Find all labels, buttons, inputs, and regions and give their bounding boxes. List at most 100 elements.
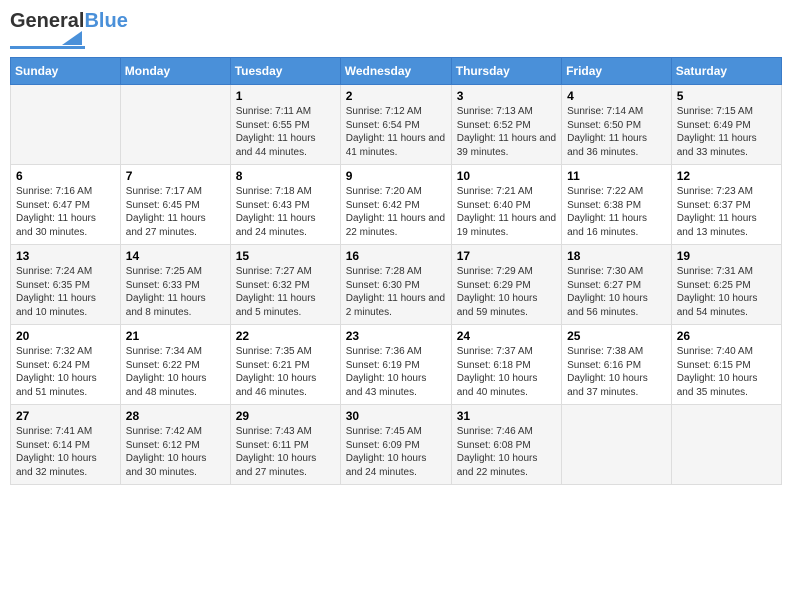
day-number: 5 (677, 89, 776, 103)
calendar-cell: 25 Sunrise: 7:38 AM Sunset: 6:16 PM Dayli… (562, 325, 672, 405)
day-number: 8 (236, 169, 335, 183)
cell-content: Sunrise: 7:42 AM Sunset: 6:12 PM Dayligh… (126, 425, 225, 479)
cell-content: Sunrise: 7:23 AM Sunset: 6:37 PM Dayligh… (677, 185, 776, 239)
cell-content: Sunrise: 7:46 AM Sunset: 6:08 PM Dayligh… (457, 425, 556, 479)
calendar-body: 1Sunrise: 7:11 AM Sunset: 6:55 PM Daylig… (11, 85, 782, 485)
day-number: 4 (567, 89, 666, 103)
logo-text-blue: Blue (84, 10, 127, 32)
week-row-4: 20Sunrise: 7:32 AM Sunset: 6:24 PM Dayli… (11, 325, 782, 405)
calendar-cell (671, 405, 781, 485)
cell-content: Sunrise: 7:37 AM Sunset: 6:18 PM Dayligh… (457, 345, 556, 399)
day-number: 13 (16, 249, 115, 263)
day-number: 19 (677, 249, 776, 263)
day-number: 23 (346, 329, 446, 343)
calendar-cell: 3Sunrise: 7:13 AM Sunset: 6:52 PM Daylig… (451, 85, 561, 165)
calendar-cell: 22Sunrise: 7:35 AM Sunset: 6:21 PM Dayli… (230, 325, 340, 405)
calendar-cell (120, 85, 230, 165)
calendar-cell: 10 Sunrise: 7:21 AM Sunset: 6:40 PM Dayli… (451, 165, 561, 245)
page-header: GeneralBlue (10, 10, 782, 49)
header-cell-thursday: Thursday (451, 58, 561, 85)
calendar-cell: 31 Sunrise: 7:46 AM Sunset: 6:08 PM Dayli… (451, 405, 561, 485)
day-number: 25 (567, 329, 666, 343)
calendar-cell (562, 405, 672, 485)
logo-underline (10, 46, 85, 49)
calendar-cell: 26 Sunrise: 7:40 AM Sunset: 6:15 PM Dayli… (671, 325, 781, 405)
logo-arrow-icon (62, 31, 82, 45)
cell-content: Sunrise: 7:14 AM Sunset: 6:50 PM Dayligh… (567, 105, 666, 159)
logo: GeneralBlue (10, 10, 128, 49)
day-number: 15 (236, 249, 335, 263)
cell-content: Sunrise: 7:20 AM Sunset: 6:42 PM Dayligh… (346, 185, 446, 239)
calendar-table: SundayMondayTuesdayWednesdayThursdayFrid… (10, 57, 782, 485)
cell-content: Sunrise: 7:16 AM Sunset: 6:47 PM Dayligh… (16, 185, 115, 239)
day-number: 29 (236, 409, 335, 423)
day-number: 14 (126, 249, 225, 263)
day-number: 1 (236, 89, 335, 103)
calendar-cell: 24 Sunrise: 7:37 AM Sunset: 6:18 PM Dayli… (451, 325, 561, 405)
calendar-cell: 2 Sunrise: 7:12 AM Sunset: 6:54 PM Daylig… (340, 85, 451, 165)
day-number: 24 (457, 329, 556, 343)
header-cell-friday: Friday (562, 58, 672, 85)
calendar-cell: 18 Sunrise: 7:30 AM Sunset: 6:27 PM Dayli… (562, 245, 672, 325)
calendar-cell: 23 Sunrise: 7:36 AM Sunset: 6:19 PM Dayli… (340, 325, 451, 405)
cell-content: Sunrise: 7:45 AM Sunset: 6:09 PM Dayligh… (346, 425, 446, 479)
logo-text-general: General (10, 10, 84, 32)
cell-content: Sunrise: 7:36 AM Sunset: 6:19 PM Dayligh… (346, 345, 446, 399)
calendar-cell: 28 Sunrise: 7:42 AM Sunset: 6:12 PM Dayli… (120, 405, 230, 485)
calendar-cell: 21 Sunrise: 7:34 AM Sunset: 6:22 PM Dayli… (120, 325, 230, 405)
day-number: 31 (457, 409, 556, 423)
cell-content: Sunrise: 7:12 AM Sunset: 6:54 PM Dayligh… (346, 105, 446, 159)
day-number: 16 (346, 249, 446, 263)
day-number: 20 (16, 329, 115, 343)
day-number: 21 (126, 329, 225, 343)
calendar-cell: 20Sunrise: 7:32 AM Sunset: 6:24 PM Dayli… (11, 325, 121, 405)
calendar-cell: 5 Sunrise: 7:15 AM Sunset: 6:49 PM Daylig… (671, 85, 781, 165)
day-number: 26 (677, 329, 776, 343)
day-number: 3 (457, 89, 556, 103)
cell-content: Sunrise: 7:40 AM Sunset: 6:15 PM Dayligh… (677, 345, 776, 399)
calendar-header: SundayMondayTuesdayWednesdayThursdayFrid… (11, 58, 782, 85)
calendar-cell: 6 Sunrise: 7:16 AM Sunset: 6:47 PM Daylig… (11, 165, 121, 245)
cell-content: Sunrise: 7:17 AM Sunset: 6:45 PM Dayligh… (126, 185, 225, 239)
calendar-cell: 7 Sunrise: 7:17 AM Sunset: 6:45 PM Daylig… (120, 165, 230, 245)
header-row: SundayMondayTuesdayWednesdayThursdayFrid… (11, 58, 782, 85)
cell-content: Sunrise: 7:22 AM Sunset: 6:38 PM Dayligh… (567, 185, 666, 239)
day-number: 30 (346, 409, 446, 423)
calendar-cell: 11 Sunrise: 7:22 AM Sunset: 6:38 PM Dayli… (562, 165, 672, 245)
calendar-cell: 9Sunrise: 7:20 AM Sunset: 6:42 PM Daylig… (340, 165, 451, 245)
week-row-1: 1Sunrise: 7:11 AM Sunset: 6:55 PM Daylig… (11, 85, 782, 165)
cell-content: Sunrise: 7:27 AM Sunset: 6:32 PM Dayligh… (236, 265, 335, 319)
day-number: 12 (677, 169, 776, 183)
week-row-3: 13Sunrise: 7:24 AM Sunset: 6:35 PM Dayli… (11, 245, 782, 325)
calendar-cell: 29 Sunrise: 7:43 AM Sunset: 6:11 PM Dayli… (230, 405, 340, 485)
calendar-cell: 30 Sunrise: 7:45 AM Sunset: 6:09 PM Dayli… (340, 405, 451, 485)
calendar-cell (11, 85, 121, 165)
cell-content: Sunrise: 7:43 AM Sunset: 6:11 PM Dayligh… (236, 425, 335, 479)
day-number: 27 (16, 409, 115, 423)
header-cell-sunday: Sunday (11, 58, 121, 85)
day-number: 7 (126, 169, 225, 183)
cell-content: Sunrise: 7:30 AM Sunset: 6:27 PM Dayligh… (567, 265, 666, 319)
cell-content: Sunrise: 7:38 AM Sunset: 6:16 PM Dayligh… (567, 345, 666, 399)
cell-content: Sunrise: 7:18 AM Sunset: 6:43 PM Dayligh… (236, 185, 335, 239)
calendar-cell: 13Sunrise: 7:24 AM Sunset: 6:35 PM Dayli… (11, 245, 121, 325)
week-row-2: 6 Sunrise: 7:16 AM Sunset: 6:47 PM Daylig… (11, 165, 782, 245)
day-number: 11 (567, 169, 666, 183)
cell-content: Sunrise: 7:25 AM Sunset: 6:33 PM Dayligh… (126, 265, 225, 319)
cell-content: Sunrise: 7:29 AM Sunset: 6:29 PM Dayligh… (457, 265, 556, 319)
day-number: 18 (567, 249, 666, 263)
day-number: 10 (457, 169, 556, 183)
day-number: 28 (126, 409, 225, 423)
header-cell-tuesday: Tuesday (230, 58, 340, 85)
day-number: 2 (346, 89, 446, 103)
cell-content: Sunrise: 7:21 AM Sunset: 6:40 PM Dayligh… (457, 185, 556, 239)
calendar-cell: 1Sunrise: 7:11 AM Sunset: 6:55 PM Daylig… (230, 85, 340, 165)
calendar-cell: 4 Sunrise: 7:14 AM Sunset: 6:50 PM Daylig… (562, 85, 672, 165)
cell-content: Sunrise: 7:15 AM Sunset: 6:49 PM Dayligh… (677, 105, 776, 159)
calendar-cell: 16 Sunrise: 7:28 AM Sunset: 6:30 PM Dayli… (340, 245, 451, 325)
cell-content: Sunrise: 7:41 AM Sunset: 6:14 PM Dayligh… (16, 425, 115, 479)
cell-content: Sunrise: 7:34 AM Sunset: 6:22 PM Dayligh… (126, 345, 225, 399)
cell-content: Sunrise: 7:28 AM Sunset: 6:30 PM Dayligh… (346, 265, 446, 319)
day-number: 6 (16, 169, 115, 183)
calendar-cell: 17Sunrise: 7:29 AM Sunset: 6:29 PM Dayli… (451, 245, 561, 325)
